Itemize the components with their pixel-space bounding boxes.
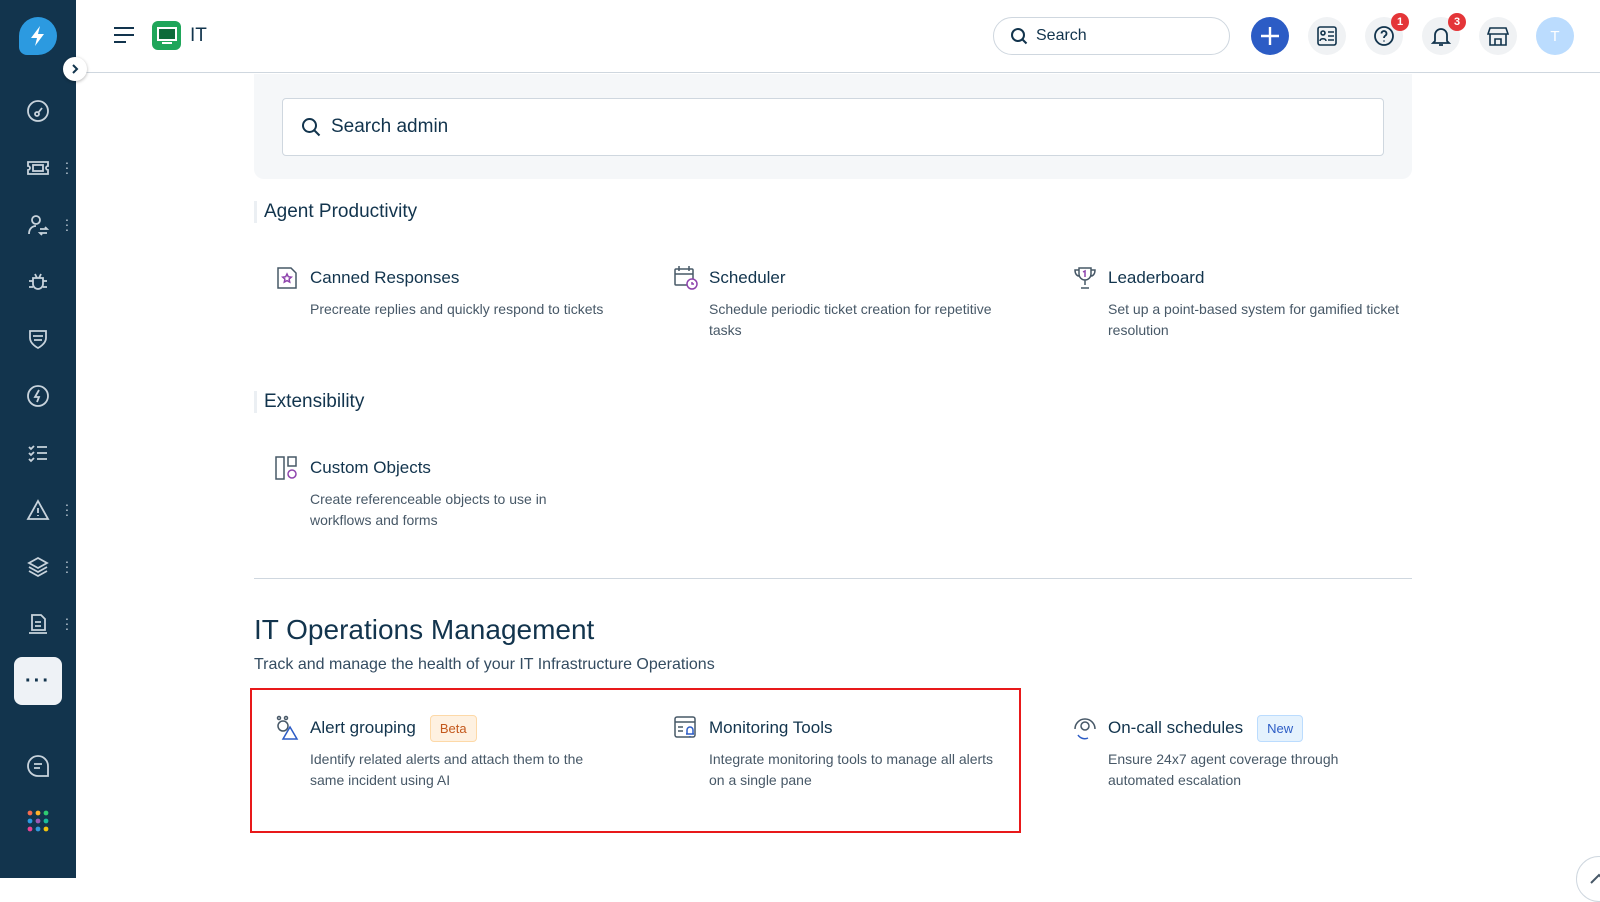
- menu-icon[interactable]: [114, 26, 134, 49]
- notifications-button[interactable]: 3: [1422, 13, 1466, 55]
- card-on-call-schedules[interactable]: On-call schedules New Ensure 24x7 agent c…: [1072, 713, 1412, 791]
- card-description: Precreate replies and quickly respond to…: [310, 301, 604, 317]
- bell-icon: [1430, 28, 1452, 46]
- section-title: Agent Productivity: [254, 201, 417, 223]
- card-title: On-call schedules: [1108, 718, 1244, 737]
- lightning-icon[interactable]: [24, 382, 52, 410]
- sidebar: · · · · · · · · · · · · · · · ···: [0, 0, 76, 878]
- custom-objects-icon: [275, 456, 297, 480]
- contacts-list-button[interactable]: [1308, 17, 1346, 55]
- bug-icon[interactable]: [24, 268, 52, 296]
- store-icon: [1487, 27, 1509, 46]
- new-badge: New: [1257, 714, 1304, 742]
- card-description: Ensure 24x7 agent coverage through autom…: [1108, 751, 1339, 788]
- card-description: Create referenceable objects to use in w…: [310, 491, 547, 528]
- tickets-menu-kebab[interactable]: · · ·: [64, 155, 70, 179]
- scheduler-icon: [674, 266, 698, 290]
- card-leaderboard[interactable]: Leaderboard Set up a point-based system …: [1072, 263, 1412, 341]
- trophy-icon: [1074, 267, 1096, 289]
- notifications-badge: 3: [1448, 13, 1466, 31]
- itom-subtitle: Track and manage the health of your IT I…: [254, 656, 715, 673]
- expand-sidebar-button[interactable]: [63, 57, 87, 81]
- chevron-up-icon: [1590, 873, 1600, 884]
- freshservice-logo[interactable]: [19, 17, 57, 55]
- admin-search-placeholder: Search admin: [331, 116, 449, 137]
- admin-search-input[interactable]: Search admin: [282, 98, 1384, 156]
- marketplace-button[interactable]: [1479, 17, 1517, 55]
- search-placeholder: Search: [1036, 27, 1087, 44]
- workspace-name[interactable]: IT: [190, 25, 207, 47]
- on-call-icon: [1074, 718, 1096, 740]
- card-title: Canned Responses: [310, 268, 460, 287]
- contact-list-icon: [1317, 26, 1337, 46]
- tickets-icon[interactable]: [24, 154, 52, 182]
- card-scheduler[interactable]: Scheduler Schedule periodic ticket creat…: [673, 263, 1013, 341]
- warning-icon[interactable]: [24, 496, 52, 524]
- search-icon: [302, 118, 321, 137]
- global-search[interactable]: Search: [993, 17, 1230, 55]
- card-title: Leaderboard: [1108, 268, 1205, 287]
- card-description: Schedule periodic ticket creation for re…: [709, 301, 992, 338]
- help-icon: [1374, 26, 1394, 46]
- help-badge: 1: [1391, 13, 1409, 31]
- users-menu-kebab[interactable]: · · ·: [64, 212, 70, 236]
- alerts-menu-kebab[interactable]: · · ·: [64, 497, 70, 521]
- assets-menu-kebab[interactable]: · · ·: [64, 554, 70, 578]
- top-header: IT Search 1 3 T: [76, 0, 1600, 73]
- admin-search-area: Search admin: [254, 74, 1412, 179]
- admin-content: Search admin Agent Productivity Canned R…: [76, 74, 1600, 902]
- checklist-icon[interactable]: [24, 439, 52, 467]
- dashboard-icon[interactable]: [24, 97, 52, 125]
- user-switch-icon[interactable]: [24, 211, 52, 239]
- apps-grid-icon[interactable]: [24, 807, 52, 835]
- card-title: Custom Objects: [310, 458, 431, 477]
- shield-icon[interactable]: [24, 325, 52, 353]
- chat-icon[interactable]: [24, 752, 52, 780]
- add-button[interactable]: [1251, 17, 1289, 55]
- avatar[interactable]: T: [1536, 17, 1574, 55]
- search-icon: [1011, 28, 1028, 45]
- help-button[interactable]: 1: [1365, 13, 1409, 55]
- workspace-icon[interactable]: [152, 21, 181, 50]
- layers-icon[interactable]: [24, 553, 52, 581]
- more-button[interactable]: ···: [14, 657, 62, 705]
- itom-title: IT Operations Management: [254, 614, 595, 645]
- canned-responses-icon: [277, 267, 297, 289]
- docs-menu-kebab[interactable]: · · ·: [64, 611, 70, 635]
- card-custom-objects[interactable]: Custom Objects Create referenceable obje…: [274, 453, 614, 531]
- divider: [254, 578, 1412, 579]
- card-canned-responses[interactable]: Canned Responses Precreate replies and q…: [274, 263, 614, 320]
- section-title: Extensibility: [254, 391, 364, 413]
- card-title: Scheduler: [709, 268, 786, 287]
- scroll-to-top-button[interactable]: [1576, 856, 1600, 902]
- document-icon[interactable]: [24, 610, 52, 638]
- card-description: Set up a point-based system for gamified…: [1108, 301, 1400, 338]
- highlight-box: [250, 688, 1021, 833]
